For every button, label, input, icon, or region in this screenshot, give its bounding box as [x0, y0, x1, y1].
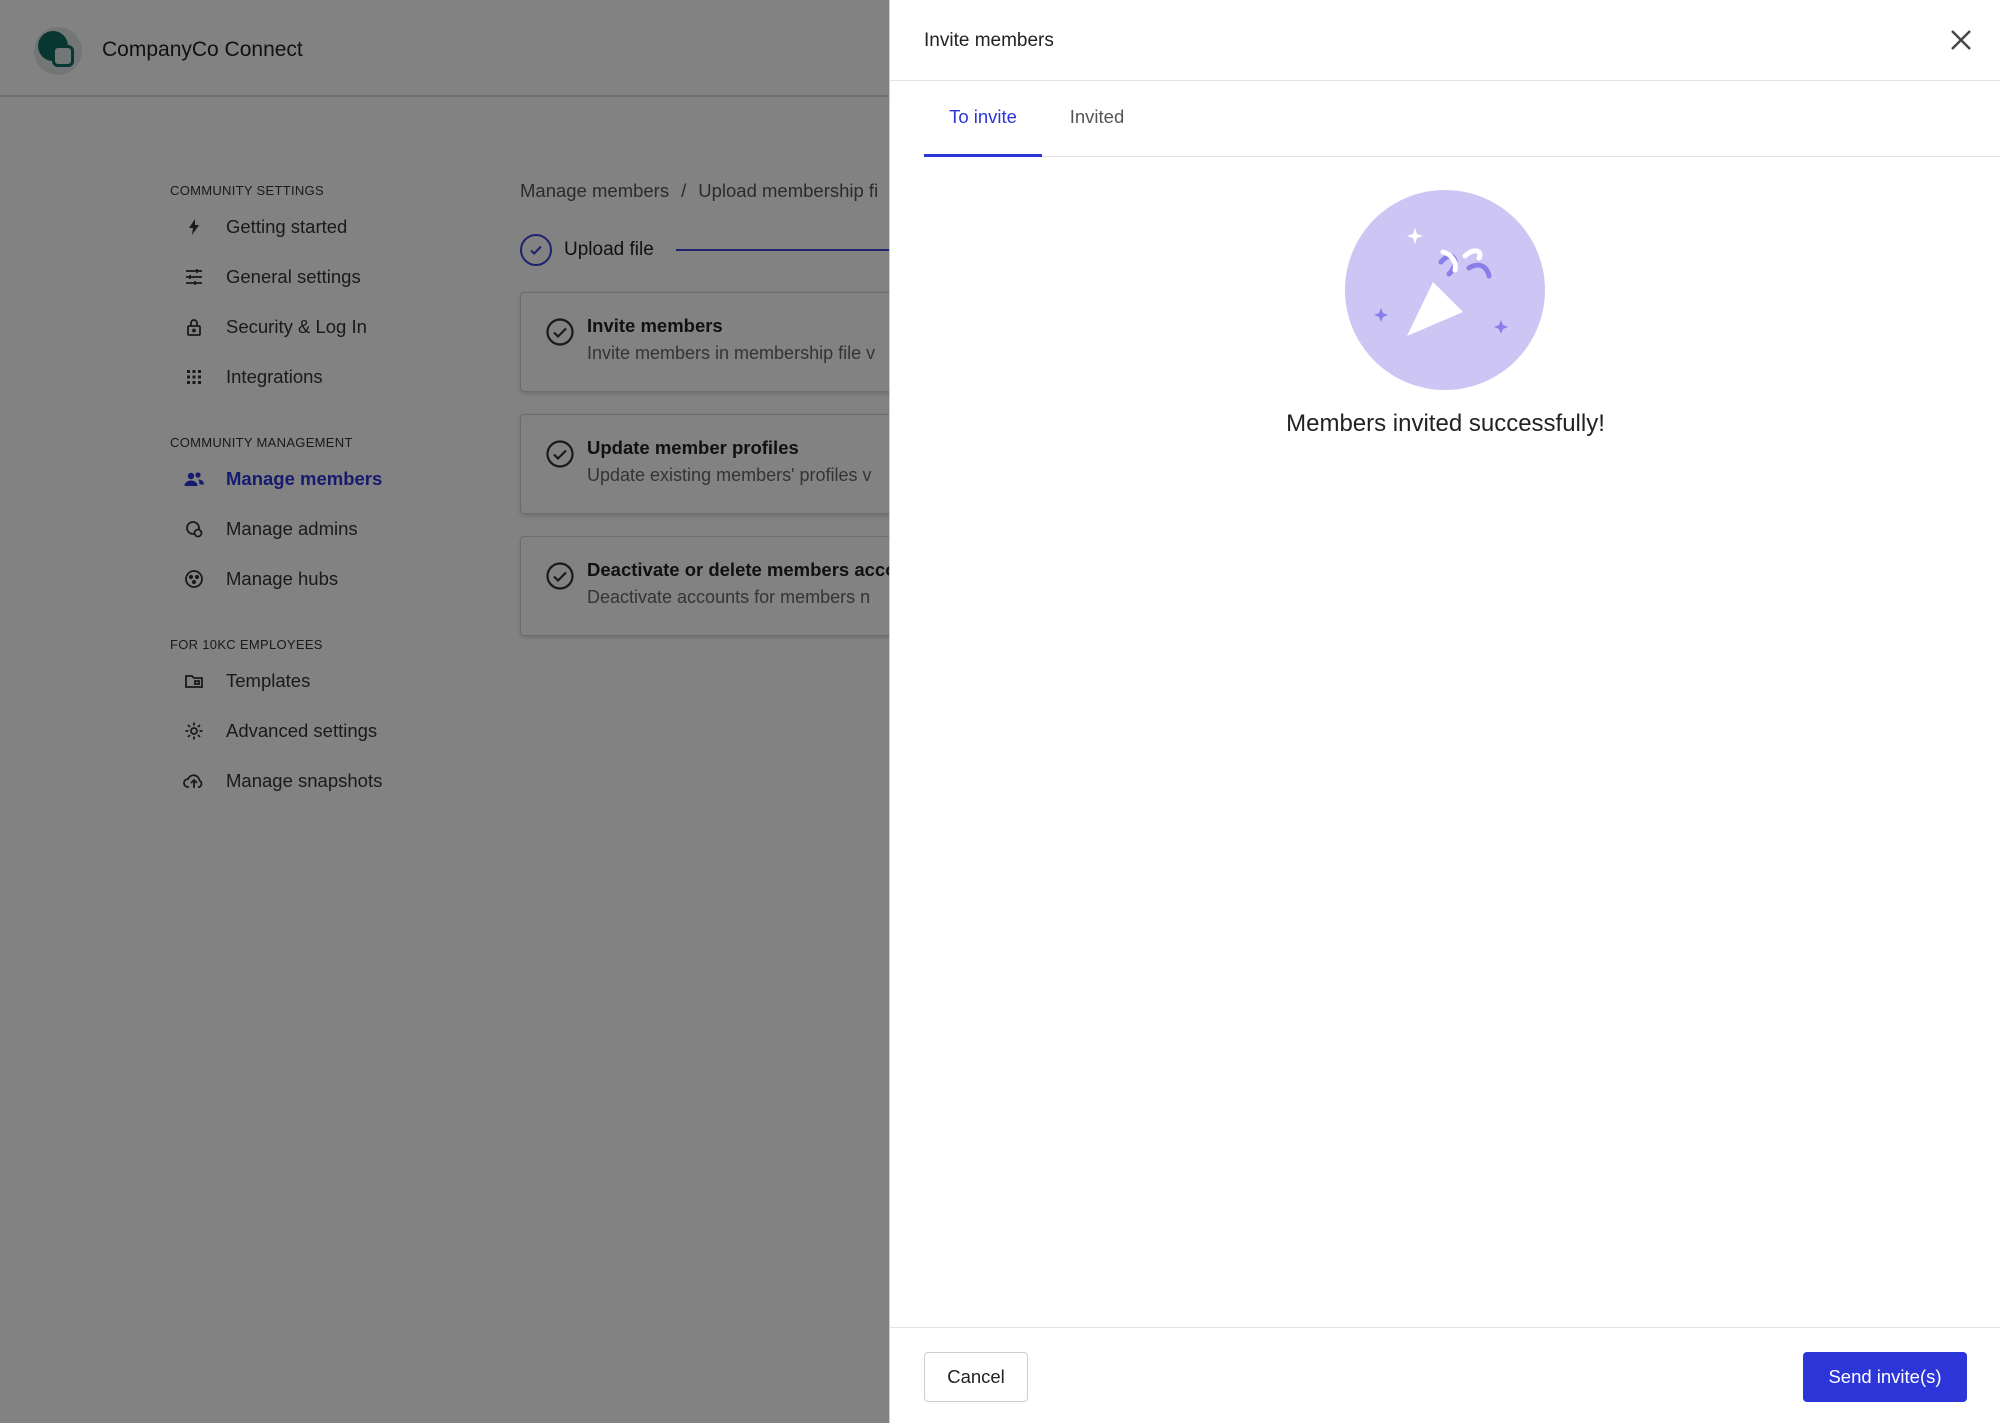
- cancel-button[interactable]: Cancel: [924, 1352, 1028, 1402]
- invite-members-drawer: Invite members To invite Invited Members…: [889, 0, 2000, 1423]
- success-message: Members invited successfully!: [1286, 410, 1605, 437]
- send-invites-button[interactable]: Send invite(s): [1803, 1352, 1967, 1402]
- drawer-footer: Cancel Send invite(s): [890, 1327, 2000, 1423]
- tab-to-invite[interactable]: To invite: [924, 81, 1042, 157]
- party-popper-icon: [1345, 190, 1545, 390]
- drawer-tabs: To invite Invited: [924, 81, 2000, 157]
- drawer-title: Invite members: [924, 30, 1054, 51]
- tab-invited[interactable]: Invited: [1042, 81, 1152, 157]
- drawer-header: Invite members: [890, 0, 2000, 81]
- close-icon[interactable]: [1947, 26, 1975, 54]
